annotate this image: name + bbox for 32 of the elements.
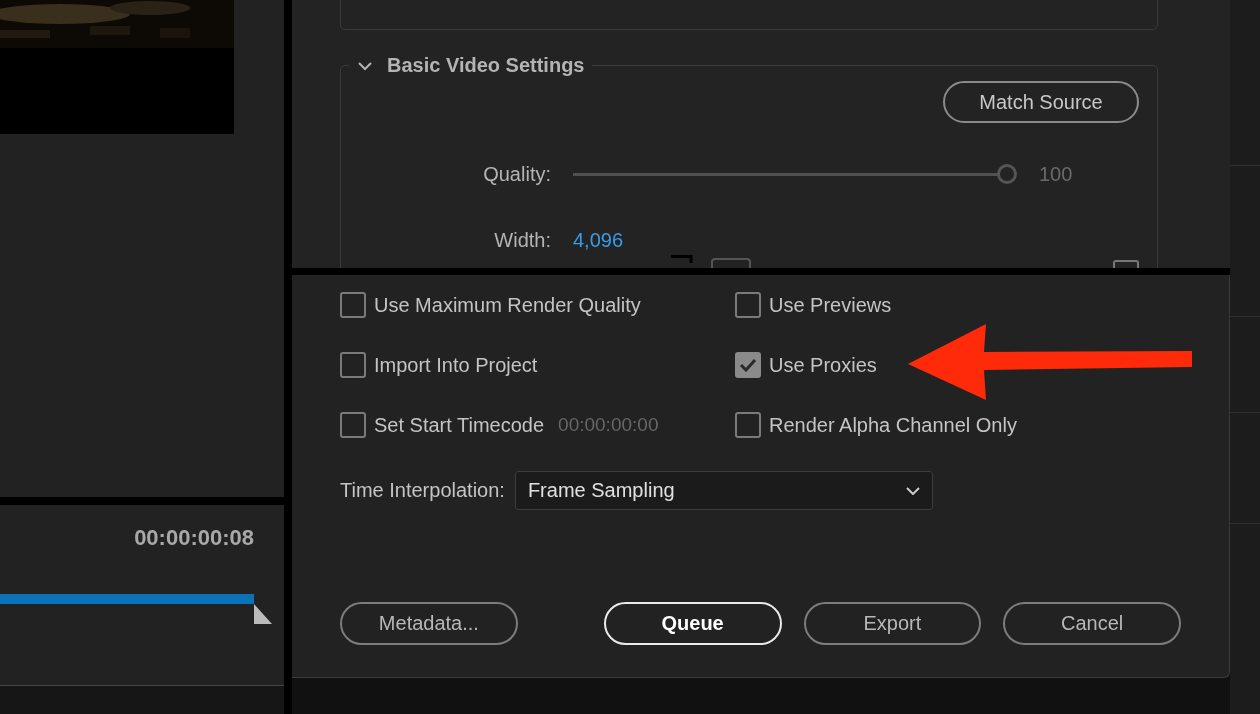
checkbox-label[interactable]: Use Proxies [769, 353, 877, 377]
playhead-marker-icon[interactable] [254, 604, 272, 624]
quality-value: 100 [1039, 162, 1074, 186]
checkbox[interactable] [735, 352, 761, 378]
checkbox[interactable] [340, 412, 366, 438]
checkbox-label[interactable]: Use Previews [769, 293, 892, 317]
link-bracket-icon [671, 255, 695, 263]
dialog-button[interactable]: Queue [603, 602, 782, 645]
timecode-value: 00:00:00:00 [558, 414, 659, 436]
width-value[interactable]: 4,096 [573, 228, 1157, 252]
checkbox[interactable] [735, 292, 761, 318]
match-source-button[interactable]: Match Source [943, 81, 1139, 123]
checkbox-label[interactable]: Set Start Timecode [374, 413, 545, 437]
time-interpolation-dropdown[interactable]: Frame Sampling [514, 471, 933, 510]
time-interpolation-label: Time Interpolation: [340, 479, 505, 502]
check-icon [739, 358, 757, 372]
chevron-down-icon [905, 486, 920, 495]
checkbox[interactable] [735, 412, 761, 438]
dialog-button[interactable]: Cancel [1003, 602, 1181, 645]
quality-label: Quality: [482, 162, 551, 186]
timecode: 00:00:00:08 [134, 525, 254, 551]
dialog-button[interactable]: Metadata... [340, 602, 518, 645]
checkbox[interactable] [340, 292, 366, 318]
checkbox[interactable] [340, 352, 366, 378]
checkbox-label[interactable]: Render Alpha Channel Only [769, 413, 1017, 437]
section-title: Basic Video Settings [387, 54, 585, 77]
slider-thumb[interactable] [997, 164, 1017, 184]
checkbox-label[interactable]: Import Into Project [374, 353, 538, 377]
dialog-button[interactable]: Export [803, 602, 982, 645]
checkbox-label[interactable]: Use Maximum Render Quality [374, 293, 641, 317]
chevron-icon[interactable] [357, 60, 373, 71]
width-label: Width: [493, 228, 551, 252]
